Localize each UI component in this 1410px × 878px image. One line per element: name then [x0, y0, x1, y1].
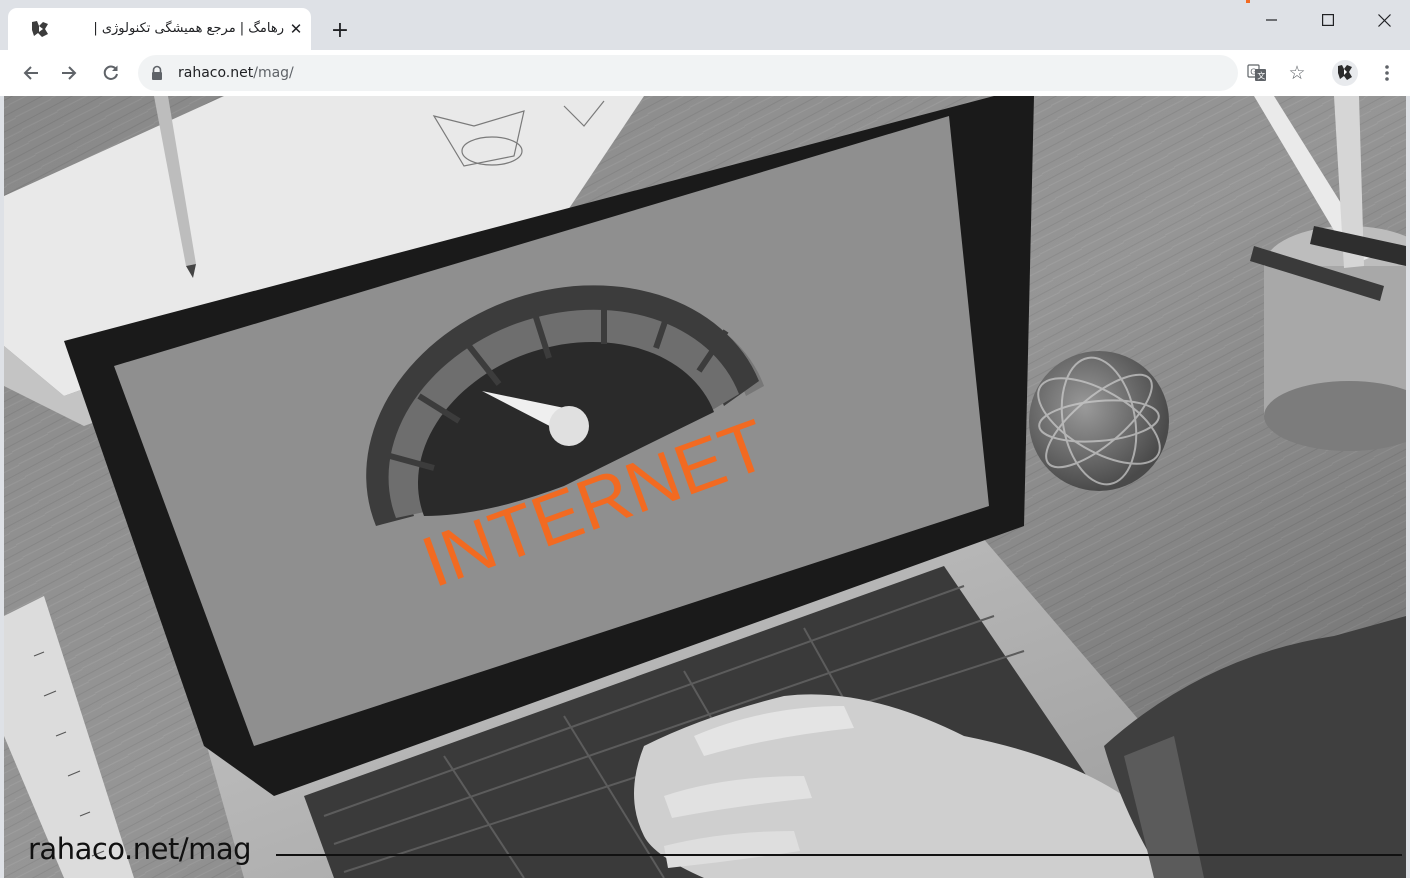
close-icon [1377, 13, 1391, 27]
rahaco-logo-icon [32, 21, 48, 37]
maximize-icon [1322, 14, 1334, 26]
hero-photo: INTERNET [4, 96, 1406, 878]
browser-toolbar: rahaco.net/mag/ G 文 ☆ [0, 50, 1410, 96]
kebab-menu-icon [1385, 65, 1389, 81]
minimize-icon [1266, 19, 1277, 21]
rahaco-extension-icon [1332, 60, 1358, 86]
close-window-button[interactable] [1356, 0, 1410, 40]
browser-tab[interactable]: رهامگ | مرجع همیشگی تکنولوژی | ✕ [8, 8, 311, 50]
svg-text:G: G [1250, 68, 1256, 77]
tab-strip: رهامگ | مرجع همیشگی تکنولوژی | ✕ + [0, 0, 1410, 50]
arrow-right-icon [62, 66, 77, 80]
bookmark-star-button[interactable]: ☆ [1282, 58, 1312, 88]
reload-icon [103, 65, 118, 80]
arrow-left-icon [23, 66, 38, 80]
tab-close-icon[interactable]: ✕ [286, 19, 306, 39]
maximize-button[interactable] [1300, 0, 1356, 40]
svg-text:文: 文 [1257, 71, 1265, 81]
lock-icon [152, 65, 162, 80]
forward-button[interactable] [54, 58, 84, 88]
reload-button[interactable] [96, 58, 126, 88]
address-bar[interactable]: rahaco.net/mag/ [138, 55, 1238, 91]
translate-button[interactable]: G 文 [1242, 58, 1272, 88]
minimize-button[interactable] [1244, 0, 1300, 40]
url-text[interactable]: rahaco.net/mag/ [178, 55, 294, 91]
url-path: /mag/ [253, 65, 294, 81]
translate-icon: G 文 [1247, 64, 1266, 81]
chrome-menu-button[interactable] [1372, 58, 1402, 88]
tab-title: رهامگ | مرجع همیشگی تکنولوژی | [93, 21, 284, 36]
site-watermark: rahaco.net/mag [28, 832, 252, 866]
url-host: rahaco.net [178, 65, 254, 81]
back-button[interactable] [16, 58, 46, 88]
watermark-rule [276, 854, 1402, 856]
extension-button[interactable] [1330, 58, 1360, 88]
page-content: INTERNET [4, 96, 1406, 878]
new-tab-button[interactable]: + [326, 16, 354, 44]
